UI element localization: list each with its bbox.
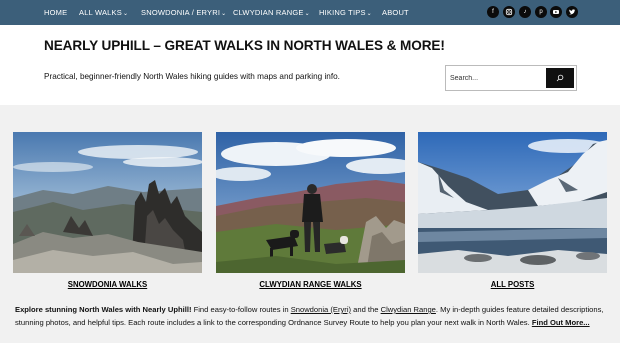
youtube-icon[interactable] <box>550 6 562 18</box>
tiktok-icon[interactable]: ♪ <box>519 6 531 18</box>
card-link-snowdonia-walks[interactable]: SNOWDONIA WALKS <box>13 280 202 289</box>
site-tagline: Practical, beginner-friendly North Wales… <box>44 72 340 81</box>
search-input[interactable] <box>448 68 546 88</box>
nav-item-all-walks[interactable]: ALL WALKS⌄ <box>79 0 128 25</box>
nav-item-snowdonia[interactable]: SNOWDONIA / ERYRI⌄ <box>141 0 226 25</box>
pinterest-icon[interactable]: p <box>535 6 547 18</box>
chevron-down-icon: ⌄ <box>122 11 129 17</box>
chevron-down-icon: ⌄ <box>304 11 310 17</box>
nav-item-clwydian-range[interactable]: CLWYDIAN RANGE⌄ <box>233 0 310 25</box>
intro-lead: Explore stunning North Wales with Nearly… <box>15 305 192 314</box>
card-link-all-posts[interactable]: ALL POSTS <box>418 280 607 289</box>
search-button[interactable] <box>546 68 574 88</box>
chevron-down-icon: ⌄ <box>221 11 227 17</box>
card-image-clwydian-range-walks[interactable] <box>216 132 405 273</box>
link-clwydian-range[interactable]: Clwydian Range <box>381 305 436 314</box>
link-snowdonia-eryri[interactable]: Snowdonia (Eryri) <box>291 305 351 314</box>
search-icon <box>556 74 564 82</box>
site-title[interactable]: NEARLY UPHILL – GREAT WALKS IN NORTH WAL… <box>44 38 445 53</box>
facebook-icon[interactable]: f <box>487 6 499 18</box>
chevron-down-icon: ⌄ <box>366 11 372 17</box>
nav-item-about[interactable]: ABOUT <box>382 0 409 25</box>
site-header: NEARLY UPHILL – GREAT WALKS IN NORTH WAL… <box>0 25 620 105</box>
intro-paragraph: Explore stunning North Wales with Nearly… <box>15 305 604 327</box>
find-out-more-link[interactable]: Find Out More... <box>532 318 590 327</box>
twitter-icon[interactable] <box>566 6 578 18</box>
instagram-icon[interactable] <box>503 6 515 18</box>
card-image-all-posts[interactable] <box>418 132 607 273</box>
main-content: SNOWDONIA WALKS CLWYDIAN RANGE WALKS ALL… <box>0 105 620 343</box>
nav-item-home[interactable]: HOME <box>44 0 67 25</box>
search-form <box>445 65 577 91</box>
nav-item-hiking-tips[interactable]: HIKING TIPS⌄ <box>319 0 372 25</box>
card-image-snowdonia-walks[interactable] <box>13 132 202 273</box>
card-link-clwydian-range-walks[interactable]: CLWYDIAN RANGE WALKS <box>216 280 405 289</box>
top-navigation: HOME ALL WALKS⌄ SNOWDONIA / ERYRI⌄ CLWYD… <box>0 0 620 25</box>
